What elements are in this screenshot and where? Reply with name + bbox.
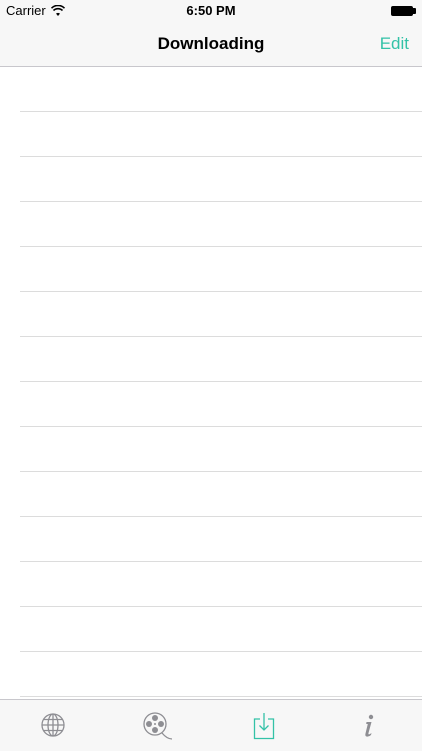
list-row — [20, 247, 422, 292]
edit-button[interactable]: Edit — [380, 22, 409, 66]
globe-icon — [40, 712, 66, 738]
tab-browser[interactable] — [0, 700, 106, 751]
list-row — [20, 472, 422, 517]
list-row — [20, 517, 422, 562]
status-time: 6:50 PM — [0, 3, 422, 18]
tab-bar — [0, 699, 422, 751]
list-row — [20, 652, 422, 697]
battery-cap — [413, 8, 416, 14]
list-row — [20, 292, 422, 337]
film-reel-icon — [143, 712, 173, 740]
info-icon — [362, 712, 376, 738]
navigation-bar: Downloading Edit — [0, 22, 422, 67]
list-row — [20, 562, 422, 607]
download-list[interactable] — [0, 67, 422, 699]
list-row — [20, 157, 422, 202]
list-row — [20, 202, 422, 247]
status-bar: Carrier 6:50 PM — [0, 0, 422, 22]
tab-videos[interactable] — [106, 700, 212, 751]
list-row — [20, 427, 422, 472]
list-row — [20, 67, 422, 112]
list-row — [20, 607, 422, 652]
download-icon — [253, 712, 275, 740]
tab-downloading[interactable] — [211, 700, 317, 751]
list-row — [20, 112, 422, 157]
battery-icon — [391, 6, 413, 16]
tab-info[interactable] — [317, 700, 422, 751]
list-row — [20, 337, 422, 382]
page-title: Downloading — [0, 22, 422, 66]
list-row — [20, 382, 422, 427]
